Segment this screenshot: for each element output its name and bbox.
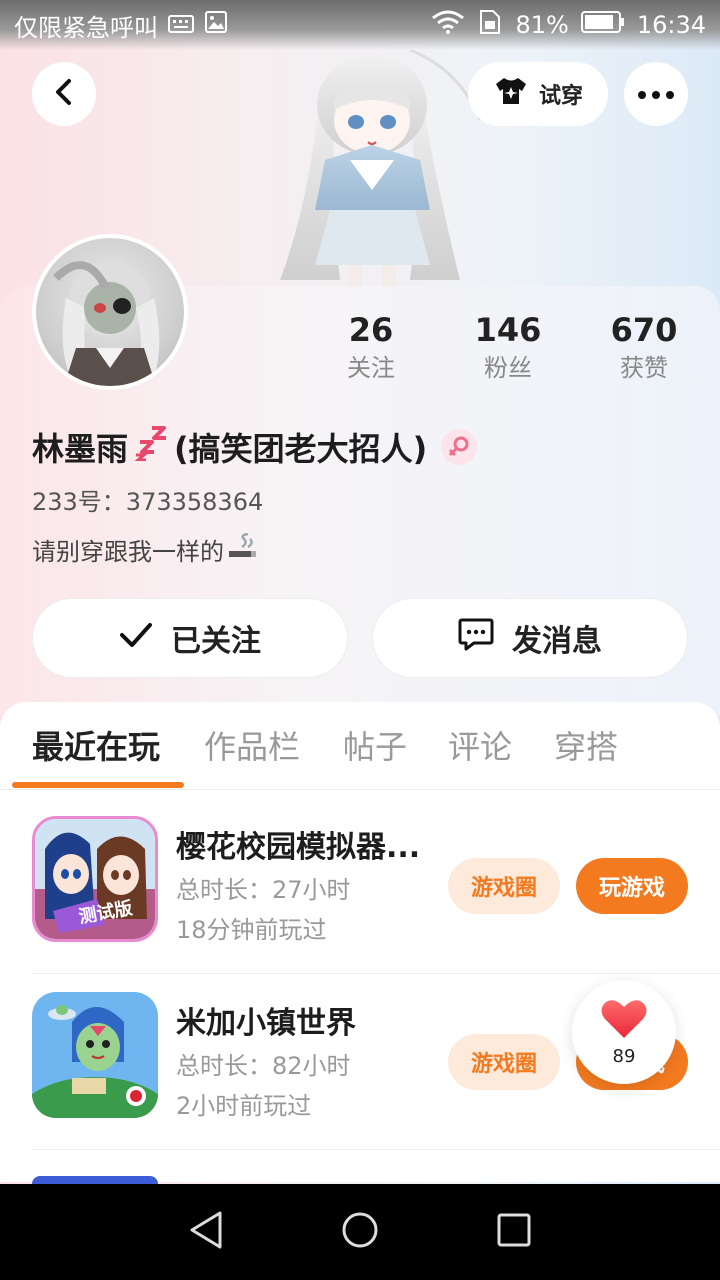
- clock: 16:34: [636, 11, 706, 39]
- carrier-text: 仅限紧急呼叫: [14, 13, 158, 42]
- back-button[interactable]: [32, 62, 96, 126]
- tab-recent-played[interactable]: 最近在玩: [32, 722, 160, 768]
- game-last-played: 18分钟前玩过: [176, 916, 327, 944]
- try-on-button[interactable]: 试穿: [468, 62, 608, 126]
- message-button[interactable]: 发消息: [372, 598, 688, 678]
- stat-label: 关注: [347, 354, 395, 382]
- stat-label: 获赞: [620, 354, 668, 382]
- game-circle-button[interactable]: 游戏圈: [448, 1034, 560, 1090]
- tab-outfits[interactable]: 穿搭: [554, 722, 618, 768]
- stat-following[interactable]: 26 关注: [316, 310, 426, 386]
- game-duration: 总时长：27小时: [176, 876, 351, 904]
- stat-value: 670: [610, 311, 678, 349]
- game-duration: 总时长：82小时: [176, 1052, 351, 1080]
- stat-likes[interactable]: 670 获赞: [589, 310, 699, 386]
- follow-label: 已关注: [171, 624, 261, 659]
- stat-fans[interactable]: 146 粉丝: [453, 310, 563, 386]
- heart-icon: [600, 998, 648, 1044]
- image-icon: [204, 10, 228, 40]
- user-name-text: 林墨雨: [32, 430, 129, 468]
- game-title: 米加小镇世界: [176, 1006, 356, 1041]
- battery-percent: 81%: [515, 11, 569, 39]
- profile-screen: 仅限紧急呼叫 81% 16:34 试穿 26 关注 146 粉丝 670 获赞 …: [0, 0, 720, 1280]
- more-dots-icon: [637, 85, 675, 104]
- back-triangle-icon[interactable]: [188, 1210, 224, 1254]
- game-circle-button[interactable]: 游戏圈: [448, 858, 560, 914]
- stat-label: 粉丝: [484, 354, 532, 382]
- try-on-label: 试穿: [538, 84, 583, 109]
- home-circle-icon[interactable]: [340, 1210, 380, 1254]
- chat-bubble-icon: [458, 617, 494, 659]
- game-icon-miga: [32, 992, 158, 1118]
- user-name: 林墨雨 (搞笑团老大招人): [32, 424, 478, 470]
- game-icon-sakura: 测试版: [32, 816, 158, 942]
- game-last-played: 2小时前玩过: [176, 1092, 312, 1120]
- play-game-button[interactable]: 玩游戏: [576, 858, 688, 914]
- user-bio-text: 请别穿跟我一样的: [32, 538, 224, 566]
- game-title: 樱花校园模拟器...: [176, 830, 421, 865]
- smoking-icon: [228, 532, 258, 567]
- content-panel: 最近在玩 作品栏 帖子 评论 穿搭 测试版 樱花校园模拟器... 总时长：27小…: [0, 702, 720, 1182]
- check-icon: [119, 621, 153, 656]
- follow-button[interactable]: 已关注: [32, 598, 348, 678]
- user-bio: 请别穿跟我一样的: [32, 532, 258, 567]
- next-game-icon-peek: [32, 1176, 158, 1184]
- more-button[interactable]: [624, 62, 688, 126]
- tab-bar: 最近在玩 作品栏 帖子 评论 穿搭: [0, 702, 720, 790]
- system-nav-bar: [0, 1184, 720, 1280]
- sim-icon: [477, 9, 503, 41]
- banner-character-image: [260, 48, 490, 290]
- favorite-count: 89: [612, 1045, 636, 1067]
- recents-square-icon[interactable]: [496, 1212, 532, 1252]
- female-icon: [441, 429, 478, 465]
- tshirt-icon: [493, 76, 529, 112]
- favorite-button[interactable]: 89: [572, 980, 676, 1084]
- battery-icon: [580, 10, 625, 40]
- user-name-suffix: (搞笑团老大招人): [174, 430, 428, 468]
- sleep-zz-icon: [133, 425, 168, 469]
- keyboard-icon: [168, 11, 194, 39]
- avatar[interactable]: [32, 234, 188, 390]
- tab-posts[interactable]: 帖子: [343, 722, 407, 768]
- tab-comments[interactable]: 评论: [448, 722, 512, 768]
- user-id: 233号：373358364: [32, 488, 264, 516]
- stat-value: 146: [474, 311, 542, 349]
- chevron-left-icon: [53, 78, 75, 110]
- tab-works[interactable]: 作品栏: [204, 722, 300, 768]
- active-tab-indicator: [12, 782, 184, 788]
- message-label: 发消息: [512, 624, 602, 659]
- status-bar: 仅限紧急呼叫 81% 16:34: [0, 0, 720, 50]
- wifi-icon: [431, 10, 465, 40]
- list-item[interactable]: 测试版 樱花校园模拟器... 总时长：27小时 18分钟前玩过 游戏圈 玩游戏: [32, 798, 720, 974]
- stat-value: 26: [348, 311, 394, 349]
